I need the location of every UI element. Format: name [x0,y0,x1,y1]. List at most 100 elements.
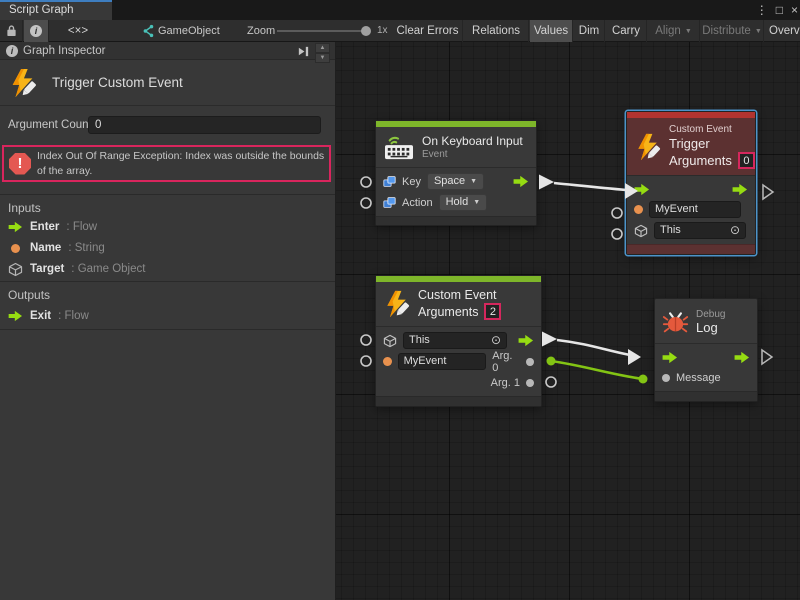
chevron-down-icon: ▼ [470,174,477,189]
spinner-up-icon[interactable]: ▲ [315,43,330,53]
tab-script-graph[interactable]: Script Graph [0,0,112,20]
divider [0,329,335,330]
node-debug-log[interactable]: Debug Log Message [654,298,758,402]
panel-spinner[interactable]: ▲ ▼ [315,43,330,60]
arg1-row: Arg. 1 [376,372,541,393]
flow-out-port[interactable] [513,175,529,188]
target-field[interactable]: This ⊙ [403,332,507,349]
target-value: This [409,333,430,348]
clear-errors-button[interactable]: Clear Errors [393,20,463,42]
argument-count-label: Argument Count [8,119,92,131]
divider [0,194,335,195]
node-title: Trigger [669,136,755,151]
event-name-field[interactable]: MyEvent [398,353,487,370]
arg0-label: Arg. 0 [492,350,520,374]
target-picker-icon[interactable]: ⊙ [730,223,740,238]
lock-icon [6,24,17,37]
custom-event-icon [634,133,662,161]
action-label: Action [402,197,433,209]
event-name-field[interactable]: MyEvent [649,201,741,218]
arg1-port-icon[interactable] [526,379,534,387]
unit-title: Trigger Custom Event [52,75,183,90]
relations-button[interactable]: Relations [464,20,529,42]
value-wire[interactable] [551,361,643,379]
port-circle[interactable] [361,356,371,366]
outputs-heading: Outputs [8,288,50,302]
arg0-port-icon[interactable] [526,358,534,366]
node-footer [655,391,757,401]
message-port-icon[interactable] [662,374,670,382]
align-label: Align [655,25,681,37]
flow-out-triangle[interactable] [762,350,772,364]
node-footer [376,216,536,225]
argument-count-input[interactable]: 0 [88,116,321,134]
overview-button[interactable]: Overview [765,20,800,42]
lock-button[interactable] [0,20,23,42]
flow-in-port[interactable] [662,351,678,364]
node-trigger-custom-event[interactable]: Custom Event Trigger Arguments 0 MyEve [626,111,756,255]
error-message: Index Out Of Range Exception: Index was … [37,149,329,177]
action-dropdown[interactable]: Hold ▼ [439,194,488,211]
dim-button[interactable]: Dim [574,20,605,42]
distribute-button[interactable]: Distribute▼ [701,20,764,42]
zoom-slider-track[interactable] [277,30,365,32]
flow-out-port[interactable] [734,351,750,364]
output-port-exit: Exit : Flow [8,308,89,324]
port-name: Target [30,263,64,275]
flow-row [655,347,757,367]
node-on-keyboard-input[interactable]: On Keyboard Input Event Key Space ▼ Acti… [375,120,537,226]
flow-in-port[interactable] [634,183,650,196]
carry-button[interactable]: Carry [606,20,647,42]
separator: : [68,242,71,254]
input-port-target: Target : Game Object [8,261,145,277]
zoom-slider-knob[interactable] [361,26,371,36]
port-circle[interactable] [361,177,371,187]
node-header: On Keyboard Input Event [376,127,536,167]
separator: : [58,310,61,322]
arguments-value-badge[interactable]: 2 [484,303,501,320]
input-port-enter: Enter : Flow [8,219,97,235]
window-maximize-icon[interactable]: □ [776,3,783,17]
unit-option-icon [383,196,396,209]
node-title: On Keyboard Input [422,134,523,148]
port-type: Flow [65,310,89,322]
window-menu-icon[interactable]: ⋮ [756,3,768,17]
values-button[interactable]: Values [530,20,573,42]
port-circle[interactable] [361,198,371,208]
message-label: Message [676,372,721,384]
key-dropdown[interactable]: Space ▼ [427,173,484,190]
title-bar: Script Graph ⋮ □ × [0,0,800,20]
port-circle[interactable] [546,377,556,387]
action-value: Hold [446,195,469,210]
port-circle[interactable] [612,208,622,218]
flow-wire[interactable] [557,340,630,355]
inspector-toggle-button[interactable]: i [24,20,49,42]
flow-out-port[interactable] [732,183,748,196]
port-circle[interactable] [361,335,371,345]
port-name: Exit [30,310,51,322]
wire-endpoint [639,375,648,384]
port-circle[interactable] [612,229,622,239]
node-title: Custom Event [418,288,501,302]
custom-event-icon [8,68,38,103]
distribute-label: Distribute [702,25,751,37]
keyboard-icon [383,133,415,161]
window-close-icon[interactable]: × [791,3,798,17]
flow-out-triangle[interactable] [763,185,773,199]
port-type: String [75,242,105,254]
target-value: This [660,223,681,238]
flow-wire[interactable] [554,183,626,190]
align-button[interactable]: Align▼ [648,20,700,42]
cube-icon [634,224,648,238]
port-name: Name [30,242,61,254]
node-header: Debug Log [655,299,757,343]
arg1-label: Arg. 1 [491,377,520,389]
flow-out-port[interactable] [518,334,534,347]
target-picker-icon[interactable]: ⊙ [491,333,501,348]
target-field[interactable]: This ⊙ [654,222,746,239]
zoom-label: Zoom [247,20,275,42]
code-preview-button[interactable]: <×> [49,20,107,42]
node-custom-event[interactable]: Custom Event Arguments 2 This ⊙ [375,275,542,407]
arguments-value-badge[interactable]: 0 [738,152,755,169]
graph-canvas[interactable]: On Keyboard Input Event Key Space ▼ Acti… [336,42,800,600]
